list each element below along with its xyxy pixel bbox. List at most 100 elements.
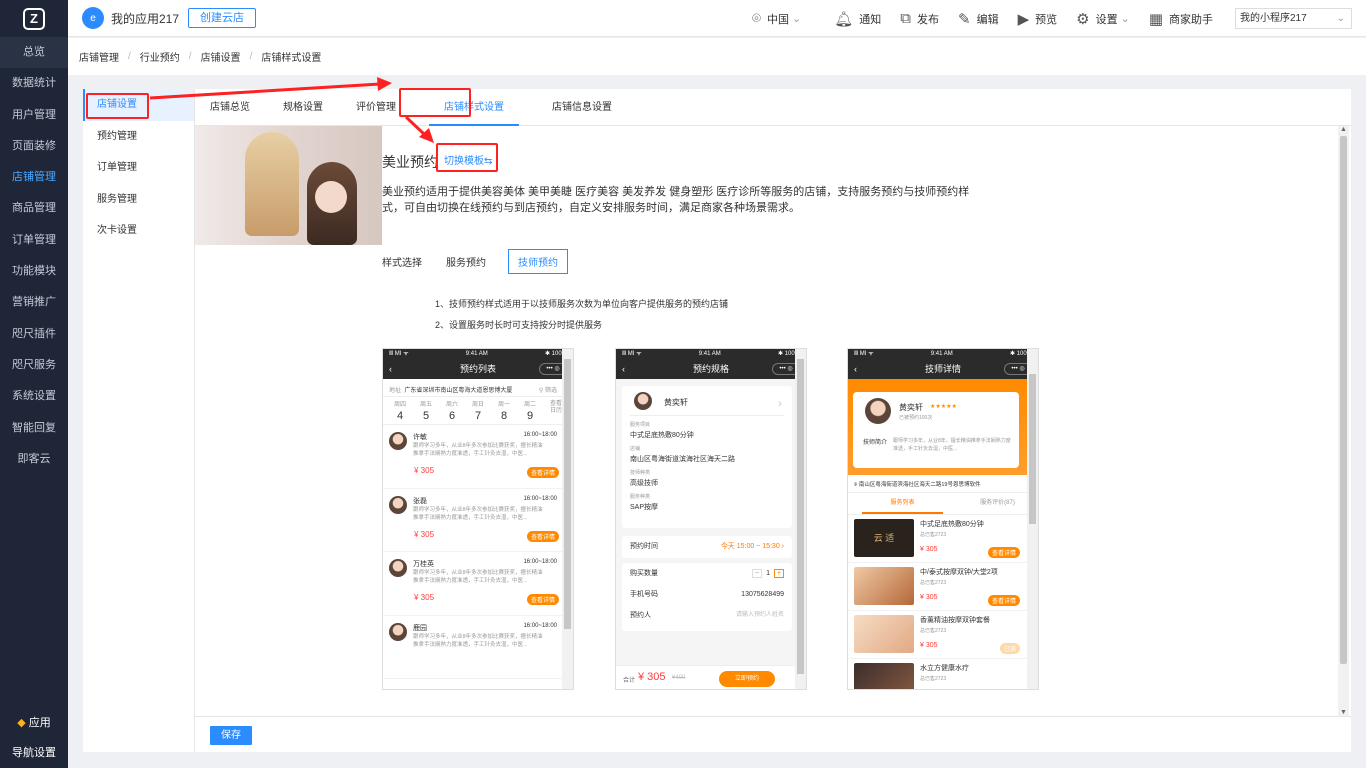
template-hero-image [195, 126, 382, 245]
back-icon: ‹ [389, 364, 392, 374]
logo[interactable]: Z [0, 0, 68, 37]
tech-name: 黄奕轩 [664, 398, 688, 407]
service-item: 云 适中式足底热敷80分钟 总已售2723 ¥ 305 查看详情 [848, 515, 1038, 563]
subnav-services[interactable]: 服务管理 [83, 184, 194, 216]
day-item: 周日 7 [471, 402, 484, 422]
nav-jikeyun[interactable]: 即客云 [0, 444, 68, 475]
nav-users[interactable]: 用户管理 [0, 100, 68, 131]
subnav-orders[interactable]: 订单管理 [83, 152, 194, 184]
nav-overview[interactable]: 总览 [0, 37, 68, 69]
nav-marketing[interactable]: 营销推广 [0, 287, 68, 318]
nav-services[interactable]: 咫尺服务 [0, 350, 68, 381]
scroll-down-icon[interactable]: ▼ [1338, 709, 1349, 716]
avatar [389, 432, 407, 450]
avatar [389, 495, 407, 514]
scroll-up-icon[interactable]: ▲ [1338, 126, 1349, 133]
tab-service-reviews: 服务评价(87) [980, 500, 1015, 506]
tab-reviews[interactable]: 评价管理 [356, 89, 396, 126]
tab-style[interactable]: 店铺样式设置 [429, 89, 519, 126]
template-title: 美业预约 [382, 154, 438, 170]
nav-store[interactable]: 店铺管理 [0, 162, 68, 193]
sub-nav: 店铺设置 预约管理 订单管理 服务管理 次卡设置 [83, 89, 195, 752]
nav-statistics[interactable]: 数据统计 [0, 68, 68, 99]
nav-plugins[interactable]: 咫尺插件 [0, 319, 68, 350]
subnav-cards[interactable]: 次卡设置 [83, 215, 194, 247]
subnav-store-settings[interactable]: 店铺设置 [83, 89, 194, 121]
style-option-service[interactable]: 服务预约 [446, 254, 486, 269]
day-item: 周二 9 [523, 402, 536, 422]
assistant-button[interactable]: ▦ 商家助手 [1149, 10, 1213, 28]
nav-system[interactable]: 系统设置 [0, 381, 68, 412]
mini-program-select[interactable]: 我的小程序217 ⌄ [1235, 8, 1352, 29]
preview-button[interactable]: ▶ 预览 [1018, 10, 1058, 28]
nav-settings[interactable]: 导航设置 [0, 738, 68, 768]
nav-decoration[interactable]: 页面装修 [0, 131, 68, 162]
location-icon: ⌾ [752, 10, 762, 27]
bell-icon: 🔔︎ [834, 10, 854, 28]
content-scrollbar[interactable]: ▲ ▼ [1338, 126, 1349, 716]
publish-button[interactable]: ⧉ 发布 [900, 10, 939, 27]
quantity-stepper: − 1 + [752, 563, 784, 584]
service-thumbnail: 云 适 [854, 519, 914, 557]
service-thumbnail [854, 567, 914, 605]
order-footer: 合计 ¥ 305 ¥400 立即预约 [616, 665, 797, 689]
subnav-booking[interactable]: 预约管理 [83, 121, 194, 153]
create-store-button[interactable]: 创建云店 [188, 8, 257, 28]
service-item: 香薰精油按摩双钟套餐 总已售2723 ¥ 305 已满 [848, 611, 1038, 659]
tab-specs[interactable]: 规格设置 [283, 89, 323, 126]
style-notes: 1、技师预约样式适用于以技师服务次数为单位向客户提供服务的预约店铺 2、设置服务… [435, 294, 728, 336]
nav-products[interactable]: 商品管理 [0, 193, 68, 224]
day-item: 周五 5 [419, 402, 432, 422]
tech-address: ⌾ 南山区粤海街道滨海社区海天二路19号恩思博软件 [848, 475, 1038, 493]
nav-modules[interactable]: 功能模块 [0, 256, 68, 287]
filter-icon: ⚲ 筛选 [538, 388, 557, 394]
chevron-down-icon: ⌄ [1120, 13, 1130, 25]
service-item: 水立方健康水疗 总已售2723 [848, 659, 1038, 689]
back-icon: ‹ [622, 364, 625, 374]
breadcrumb-item[interactable]: 店铺设置 [201, 49, 241, 64]
address-bar: 地址 广东省深圳市南山区粤海大道恩思博大厦 ⚲ 筛选 [383, 379, 573, 397]
nav-auto-reply[interactable]: 智能回复 [0, 413, 68, 444]
play-icon: ▶ [1017, 10, 1030, 28]
tech-card: 鹿园 16:00~18:00 跟师学习多年，从业8年多次参加比赛获奖，擅长精油推拿手… [383, 616, 573, 679]
grid-icon: ▦ [1148, 10, 1163, 28]
content-area: 美业预约 切换模板⇆ 美业预约适用于提供美容美体 美甲美睫 医疗美容 美发养发 … [195, 126, 1339, 716]
breadcrumb-item[interactable]: 店铺管理 [79, 49, 119, 64]
breadcrumb-item[interactable]: 行业预约 [140, 49, 180, 64]
avatar [389, 622, 407, 641]
rating-stars: ★★★★★ [930, 404, 957, 410]
day-item: 周四 4 [393, 402, 406, 422]
style-option-technician[interactable]: 技师预约 [508, 249, 568, 274]
note-line: 2、设置服务时长时可支持按分时提供服务 [435, 320, 603, 330]
phone-scrollbar[interactable] [795, 349, 806, 689]
nav-apps[interactable]: ◆ 应用 [0, 708, 68, 738]
day-item: 周一 8 [497, 402, 510, 422]
tab-info[interactable]: 店铺信息设置 [552, 89, 612, 126]
edit-icon: ✎ [958, 10, 971, 28]
breadcrumb: 店铺管理 / 行业预约 / 店铺设置 / 店铺样式设置 [68, 38, 1366, 75]
style-label: 样式选择 [382, 258, 422, 269]
phone-preview-detail: Ⅲ MI ᯤ 9:41 AM ✱ 100% ‹ 技师详情 ••• ◎ 黄奕轩 ★★★★★… [847, 348, 1039, 690]
app-icon: e [82, 7, 104, 29]
save-button[interactable]: 保存 [210, 726, 252, 745]
nav-orders[interactable]: 订单管理 [0, 225, 68, 256]
tab-overview[interactable]: 店铺总览 [210, 89, 250, 126]
phone-preview-spec: Ⅲ MI ᯤ 9:41 AM ✱ 100% ‹ 预约规格 ••• ◎ 黄奕轩 › 服务项… [615, 348, 807, 690]
tech-profile-card: 黄奕轩 ★★★★★ 已被预约100次 技师简介 跟师学习多年，从业8年，擅长精油… [853, 392, 1019, 468]
phone-scrollbar[interactable] [1027, 349, 1038, 689]
region-select[interactable]: ⌾ 中国 ⌄ [752, 10, 801, 27]
service-thumbnail [854, 663, 914, 689]
app-name[interactable]: 我的应用217 [111, 10, 179, 27]
phone-preview-list: Ⅲ MI ᯤ 9:41 AM ✱ 100% ‹ 预约列表 ••• ◎ 地址 广东省深圳市… [382, 348, 574, 690]
switch-template-link[interactable]: 切换模板⇆ [444, 152, 492, 167]
settings-button[interactable]: ⚙ 设置 ⌄ [1076, 10, 1130, 28]
notify-button[interactable]: 🔔︎ 通知 [834, 10, 881, 28]
avatar [634, 392, 652, 410]
edit-button[interactable]: ✎ 编辑 [958, 10, 999, 28]
avatar [865, 398, 891, 424]
tech-card: 万桂英 16:00~18:00 跟师学习多年，从业8年多次参加比赛获奖，擅长精油推拿… [383, 552, 573, 616]
phone-scrollbar[interactable] [562, 349, 573, 689]
day-item: 周六 6 [445, 402, 458, 422]
location-icon: ⌾ [854, 482, 858, 488]
tab-service-list: 服务列表 [862, 493, 943, 514]
